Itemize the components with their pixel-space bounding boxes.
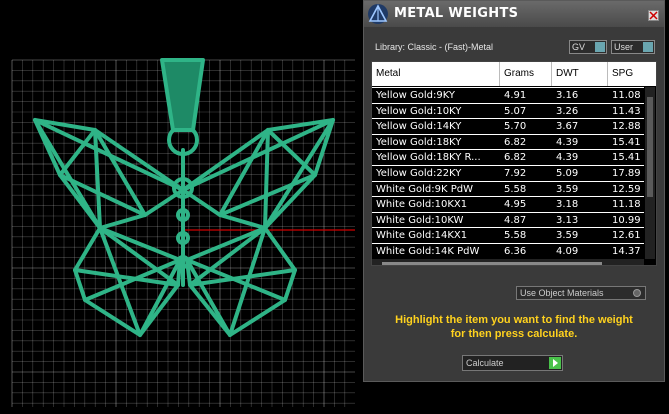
cell-grams: 5.58 bbox=[504, 183, 527, 195]
cell-dwt: 3.16 bbox=[556, 90, 579, 101]
cell-dwt: 3.67 bbox=[556, 121, 579, 133]
header-dwt[interactable]: DWT bbox=[552, 62, 608, 86]
butterfly-pendant-model bbox=[33, 58, 335, 337]
panel-title: METAL WEIGHTS bbox=[394, 6, 519, 21]
table-row[interactable]: White Gold:9K PdW 5.58 3.59 12.59 bbox=[372, 180, 644, 197]
cell-grams: 4.95 bbox=[504, 199, 527, 211]
table-row[interactable]: Yellow Gold:10KY 5.07 3.26 11.43 bbox=[372, 102, 644, 119]
instructions-line-2: for then press calculate. bbox=[450, 328, 578, 340]
calculate-button-arrow bbox=[549, 357, 561, 369]
library-label: Library: Classic - (Fast)-Metal bbox=[375, 42, 494, 52]
table-header: Metal Grams DWT SPG bbox=[372, 62, 656, 86]
use-object-materials-label: Use Object Materials bbox=[520, 288, 604, 298]
cell-dwt: 3.26 bbox=[556, 105, 579, 117]
table-row[interactable]: White Gold:10KX1 4.95 3.18 11.18 bbox=[372, 196, 644, 212]
close-icon bbox=[649, 11, 658, 20]
table-row[interactable]: Yellow Gold:9KY 4.91 3.16 11.08 bbox=[372, 87, 644, 103]
cell-metal: Yellow Gold:14KY bbox=[376, 121, 462, 133]
cell-grams: 5.07 bbox=[504, 105, 527, 117]
close-button[interactable] bbox=[648, 10, 659, 21]
horizontal-scrollbar[interactable] bbox=[372, 259, 644, 265]
radio-icon bbox=[633, 289, 641, 297]
play-arrow-icon bbox=[553, 359, 558, 367]
table-row[interactable]: Yellow Gold:18KY 6.82 4.39 15.41 bbox=[372, 133, 644, 150]
cell-metal: Yellow Gold:9KY bbox=[376, 90, 455, 101]
cell-metal: Yellow Gold:18KY R... bbox=[376, 152, 481, 164]
calculate-button[interactable]: Calculate bbox=[462, 355, 563, 371]
user-check-icon bbox=[643, 42, 653, 52]
cell-grams: 7.92 bbox=[504, 168, 527, 179]
metal-weights-panel: METAL WEIGHTS Library: Classic - (Fast)-… bbox=[363, 0, 665, 382]
cell-grams: 5.70 bbox=[504, 121, 527, 133]
cell-metal: White Gold:14KX1 bbox=[376, 230, 468, 242]
instructions-line-1: Highlight the item you want to find the … bbox=[395, 314, 633, 326]
header-metal[interactable]: Metal bbox=[372, 62, 500, 86]
cell-metal: White Gold:9K PdW bbox=[376, 183, 473, 195]
use-object-materials-toggle[interactable]: Use Object Materials bbox=[516, 286, 646, 300]
cell-dwt: 4.09 bbox=[556, 246, 579, 257]
table-row[interactable]: White Gold:10KW 4.87 3.13 10.99 bbox=[372, 211, 644, 228]
table-row[interactable]: Yellow Gold:18KY R... 6.82 4.39 15.41 bbox=[372, 149, 644, 165]
cell-dwt: 3.59 bbox=[556, 183, 579, 195]
cell-dwt: 5.09 bbox=[556, 168, 579, 179]
cell-grams: 6.82 bbox=[504, 136, 527, 148]
panel-titlebar[interactable]: METAL WEIGHTS bbox=[364, 1, 664, 27]
user-label: User bbox=[614, 42, 634, 52]
metal-weights-table[interactable]: Metal Grams DWT SPG Yellow Gold:9KY 4.91 3… bbox=[371, 61, 657, 266]
cell-metal: White Gold:10KW bbox=[376, 214, 464, 226]
cell-grams: 6.36 bbox=[504, 246, 527, 257]
cell-metal: Yellow Gold:22KY bbox=[376, 168, 462, 179]
cell-metal: Yellow Gold:18KY bbox=[376, 136, 462, 148]
table-row[interactable]: White Gold:14K PdW 6.36 4.09 14.37 bbox=[372, 243, 644, 259]
calculate-label: Calculate bbox=[466, 358, 504, 368]
cell-dwt: 3.13 bbox=[556, 214, 579, 226]
cell-grams: 4.91 bbox=[504, 90, 527, 101]
horizontal-scroll-thumb[interactable] bbox=[382, 262, 602, 265]
cell-grams: 4.87 bbox=[504, 214, 527, 226]
user-checkbox[interactable]: User bbox=[611, 40, 655, 54]
vertical-scrollbar[interactable] bbox=[645, 87, 655, 259]
cell-dwt: 3.18 bbox=[556, 199, 579, 211]
cell-dwt: 3.59 bbox=[556, 230, 579, 242]
header-grams[interactable]: Grams bbox=[500, 62, 552, 86]
table-row[interactable]: Yellow Gold:22KY 7.92 5.09 17.89 bbox=[372, 165, 644, 181]
gv-checkbox[interactable]: GV bbox=[569, 40, 607, 54]
gv-label: GV bbox=[572, 42, 586, 52]
instructions-text: Highlight the item you want to find the … bbox=[364, 313, 664, 341]
header-spg[interactable]: SPG bbox=[608, 62, 656, 86]
gv-check-icon bbox=[595, 42, 605, 52]
cell-dwt: 4.39 bbox=[556, 136, 579, 148]
cell-metal: Yellow Gold:10KY bbox=[376, 105, 462, 117]
table-row[interactable]: White Gold:14KX1 5.58 3.59 12.61 bbox=[372, 227, 644, 243]
table-row[interactable]: Yellow Gold:14KY 5.70 3.67 12.88 bbox=[372, 118, 644, 134]
cell-grams: 6.82 bbox=[504, 152, 527, 164]
vertical-scroll-thumb[interactable] bbox=[647, 97, 653, 197]
cell-dwt: 4.39 bbox=[556, 152, 579, 164]
cell-grams: 5.58 bbox=[504, 230, 527, 242]
cell-metal: White Gold:10KX1 bbox=[376, 199, 468, 211]
cell-metal: White Gold:14K PdW bbox=[376, 246, 480, 257]
rhino-triangle-icon bbox=[368, 4, 388, 24]
